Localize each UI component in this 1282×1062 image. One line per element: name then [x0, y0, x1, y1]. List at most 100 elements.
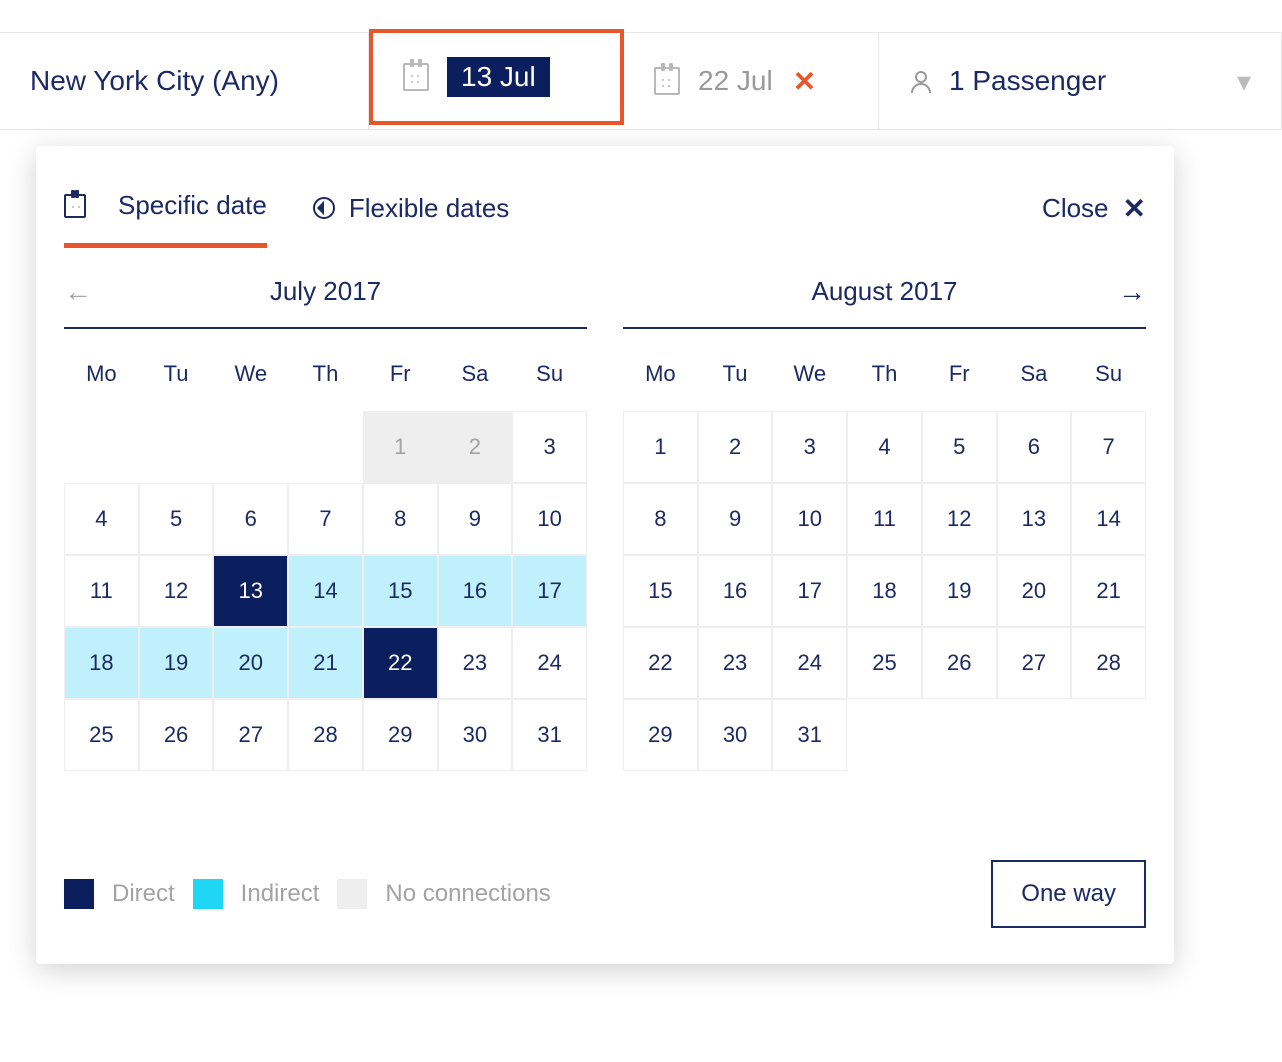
- calendar-day[interactable]: 13: [997, 483, 1072, 555]
- calendar-day[interactable]: 9: [698, 483, 773, 555]
- calendar-day[interactable]: 26: [139, 699, 214, 771]
- calendar-day[interactable]: 7: [288, 483, 363, 555]
- calendar-day[interactable]: 21: [1071, 555, 1146, 627]
- calendar-day[interactable]: 14: [1071, 483, 1146, 555]
- swatch-none: [337, 879, 367, 909]
- calendar-icon: [654, 67, 680, 95]
- calendar-day[interactable]: 18: [64, 627, 139, 699]
- calendar-day[interactable]: 12: [139, 555, 214, 627]
- chevron-down-icon: ▾: [1237, 65, 1251, 98]
- tab-specific-date[interactable]: Specific date: [64, 190, 267, 248]
- calendar-day[interactable]: 28: [1071, 627, 1146, 699]
- calendar-day[interactable]: 26: [922, 627, 997, 699]
- search-bar: New York City (Any) 13 Jul 22 Jul ✕ 1 Pa…: [0, 32, 1282, 130]
- calendar-day[interactable]: 4: [847, 411, 922, 483]
- calendar-day[interactable]: 23: [698, 627, 773, 699]
- next-month-arrow[interactable]: →: [1118, 276, 1146, 308]
- calendar-day[interactable]: 16: [698, 555, 773, 627]
- calendar-day[interactable]: 4: [64, 483, 139, 555]
- compass-icon: [313, 197, 335, 219]
- calendar-day[interactable]: 18: [847, 555, 922, 627]
- dow-label: Su: [1071, 353, 1146, 395]
- calendar-day[interactable]: 23: [438, 627, 513, 699]
- calendar-day[interactable]: 6: [213, 483, 288, 555]
- calendar-day[interactable]: 12: [922, 483, 997, 555]
- calendar-day: 1: [363, 411, 438, 483]
- date-tabs: Specific date Flexible dates Close ✕: [36, 190, 1174, 248]
- dow-label: Sa: [438, 353, 513, 395]
- calendar-cell-empty: [213, 411, 288, 483]
- calendar-day[interactable]: 10: [772, 483, 847, 555]
- dow-row: MoTuWeThFrSaSu: [64, 353, 587, 395]
- month-right: August 2017 → MoTuWeThFrSaSu 12345678910…: [623, 276, 1146, 771]
- depart-date-field[interactable]: 13 Jul: [369, 29, 624, 125]
- calendar-day[interactable]: 31: [512, 699, 587, 771]
- calendar-day[interactable]: 5: [922, 411, 997, 483]
- month-header-left: ← July 2017: [64, 276, 587, 329]
- calendar-day[interactable]: 19: [139, 627, 214, 699]
- close-label: Close: [1042, 193, 1108, 224]
- return-date-field[interactable]: 22 Jul ✕: [624, 33, 879, 129]
- dow-label: Tu: [698, 353, 773, 395]
- calendar-day[interactable]: 29: [363, 699, 438, 771]
- calendar-day[interactable]: 29: [623, 699, 698, 771]
- swatch-indirect: [193, 879, 223, 909]
- location-field[interactable]: New York City (Any): [0, 33, 369, 129]
- months-row: ← July 2017 MoTuWeThFrSaSu 1234567891011…: [36, 248, 1174, 771]
- calendar-day[interactable]: 15: [623, 555, 698, 627]
- calendar-day[interactable]: 31: [772, 699, 847, 771]
- calendar-day[interactable]: 30: [438, 699, 513, 771]
- calendar-day[interactable]: 19: [922, 555, 997, 627]
- calendar-day[interactable]: 17: [512, 555, 587, 627]
- passenger-icon: [909, 68, 933, 94]
- calendar-day[interactable]: 25: [64, 699, 139, 771]
- dow-label: Fr: [363, 353, 438, 395]
- calendar-day[interactable]: 22: [363, 627, 438, 699]
- calendar-day[interactable]: 14: [288, 555, 363, 627]
- calendar-day[interactable]: 9: [438, 483, 513, 555]
- calendar-day[interactable]: 21: [288, 627, 363, 699]
- passenger-field[interactable]: 1 Passenger ▾: [879, 33, 1282, 129]
- clear-return-icon[interactable]: ✕: [793, 65, 816, 98]
- calendar-day: 2: [438, 411, 513, 483]
- legend-indirect: Indirect: [241, 880, 320, 908]
- calendar-day[interactable]: 13: [213, 555, 288, 627]
- calendar-day[interactable]: 5: [139, 483, 214, 555]
- calendar-day[interactable]: 24: [772, 627, 847, 699]
- calendar-day[interactable]: 8: [363, 483, 438, 555]
- calendar-day[interactable]: 24: [512, 627, 587, 699]
- calendar-grid-left: 1234567891011121314151617181920212223242…: [64, 411, 587, 771]
- calendar-day[interactable]: 11: [64, 555, 139, 627]
- calendar-day[interactable]: 27: [997, 627, 1072, 699]
- calendar-day[interactable]: 7: [1071, 411, 1146, 483]
- calendar-day[interactable]: 17: [772, 555, 847, 627]
- month-left: ← July 2017 MoTuWeThFrSaSu 1234567891011…: [64, 276, 587, 771]
- passenger-text: 1 Passenger: [949, 65, 1106, 97]
- calendar-cell-empty: [288, 411, 363, 483]
- one-way-button[interactable]: One way: [991, 860, 1146, 928]
- calendar-day[interactable]: 11: [847, 483, 922, 555]
- tab-flexible-dates[interactable]: Flexible dates: [313, 193, 509, 246]
- close-button[interactable]: Close ✕: [1042, 192, 1146, 247]
- calendar-day[interactable]: 15: [363, 555, 438, 627]
- calendar-day[interactable]: 6: [997, 411, 1072, 483]
- calendar-icon: [403, 63, 429, 91]
- calendar-day[interactable]: 20: [213, 627, 288, 699]
- dow-label: Tu: [139, 353, 214, 395]
- calendar-day[interactable]: 28: [288, 699, 363, 771]
- prev-month-arrow[interactable]: ←: [64, 276, 92, 308]
- calendar-icon: [64, 194, 86, 218]
- dow-label: Su: [512, 353, 587, 395]
- calendar-day[interactable]: 2: [698, 411, 773, 483]
- calendar-day[interactable]: 16: [438, 555, 513, 627]
- calendar-day[interactable]: 3: [512, 411, 587, 483]
- calendar-day[interactable]: 25: [847, 627, 922, 699]
- calendar-day[interactable]: 22: [623, 627, 698, 699]
- calendar-day[interactable]: 27: [213, 699, 288, 771]
- calendar-day[interactable]: 30: [698, 699, 773, 771]
- calendar-day[interactable]: 3: [772, 411, 847, 483]
- calendar-day[interactable]: 1: [623, 411, 698, 483]
- calendar-day[interactable]: 8: [623, 483, 698, 555]
- calendar-day[interactable]: 20: [997, 555, 1072, 627]
- calendar-day[interactable]: 10: [512, 483, 587, 555]
